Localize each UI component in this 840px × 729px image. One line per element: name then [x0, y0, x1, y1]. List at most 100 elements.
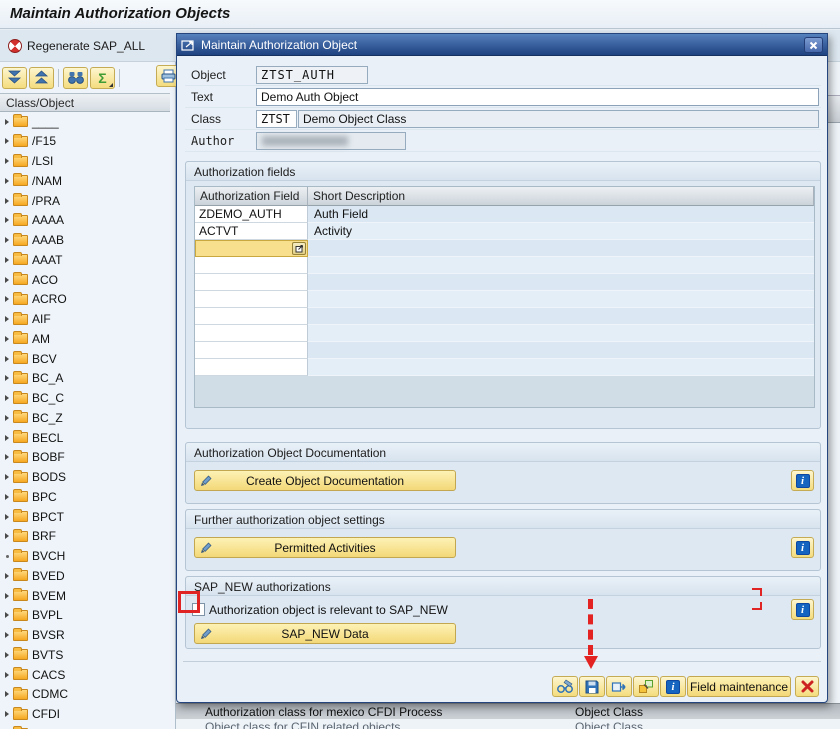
expand-arrow-icon[interactable] — [6, 555, 9, 558]
authorization-field-cell[interactable]: ZDEMO_AUTH — [195, 206, 308, 223]
tree-item[interactable]: CACS — [0, 665, 170, 684]
expand-arrow-icon[interactable] — [5, 336, 9, 342]
tree-item[interactable]: BC_C — [0, 389, 170, 408]
tree-item[interactable]: AIF — [0, 310, 170, 329]
expand-arrow-icon[interactable] — [5, 138, 9, 144]
tree-item[interactable]: AAAB — [0, 231, 170, 250]
authorization-field-cell[interactable] — [195, 342, 308, 359]
authorization-field-cell[interactable] — [195, 325, 308, 342]
transport-button[interactable] — [606, 676, 632, 697]
tree-item[interactable]: BECL — [0, 428, 170, 447]
background-row-selected[interactable]: Authorization class for mexico CFDI Proc… — [176, 703, 840, 719]
tree-item[interactable]: /F15 — [0, 132, 170, 151]
expand-arrow-icon[interactable] — [5, 198, 9, 204]
tree-item[interactable]: BC_Z — [0, 408, 170, 427]
sum-button[interactable]: Σ — [90, 67, 115, 89]
tree-item[interactable]: CFDI — [0, 705, 170, 724]
tree-item[interactable]: BRF — [0, 527, 170, 546]
expand-arrow-icon[interactable] — [5, 178, 9, 184]
dialog-titlebar[interactable]: Maintain Authorization Object — [177, 34, 827, 56]
expand-arrow-icon[interactable] — [5, 356, 9, 362]
expand-arrow-icon[interactable] — [5, 415, 9, 421]
tree-item[interactable]: AAAA — [0, 211, 170, 230]
tree-item[interactable]: BOBF — [0, 448, 170, 467]
display-change-button[interactable] — [552, 676, 578, 697]
expand-arrow-icon[interactable] — [5, 217, 9, 223]
expand-arrow-icon[interactable] — [5, 395, 9, 401]
text-input[interactable] — [256, 88, 819, 106]
tree-item[interactable]: BVCH — [0, 547, 170, 566]
expand-arrow-icon[interactable] — [5, 632, 9, 638]
expand-arrow-icon[interactable] — [5, 277, 9, 283]
tree-item[interactable]: ____ — [0, 112, 170, 131]
sap-new-group: SAP_NEW authorizations Authorization obj… — [185, 576, 821, 649]
expand-arrow-icon[interactable] — [5, 711, 9, 717]
collapse-all-button[interactable] — [29, 67, 54, 89]
tree-item[interactable]: BVEM — [0, 586, 170, 605]
expand-arrow-icon[interactable] — [5, 237, 9, 243]
regenerate-sap-all-button[interactable]: Regenerate SAP_ALL — [8, 37, 145, 55]
sap-new-info-button[interactable]: i — [791, 599, 814, 620]
tree-item[interactable]: BODS — [0, 468, 170, 487]
expand-arrow-icon[interactable] — [5, 158, 9, 164]
field-maintenance-button[interactable]: Field maintenance — [687, 676, 791, 697]
permitted-activities-button[interactable]: Permitted Activities — [194, 537, 456, 558]
expand-arrow-icon[interactable] — [5, 375, 9, 381]
tree-item[interactable]: ACRO — [0, 290, 170, 309]
tree-item[interactable]: BPC — [0, 487, 170, 506]
authorization-field-cell[interactable] — [195, 257, 308, 274]
expand-arrow-icon[interactable] — [5, 612, 9, 618]
tree-item[interactable]: AAAT — [0, 250, 170, 269]
authorization-field-cell[interactable]: ACTVT — [195, 223, 308, 240]
authorization-field-cell[interactable] — [195, 359, 308, 376]
settings-info-button[interactable]: i — [791, 537, 814, 558]
background-row-partial[interactable]: Object class for CFIN related objects Ob… — [176, 719, 840, 729]
tree-item[interactable]: BCV — [0, 349, 170, 368]
tree-item[interactable]: BC_A — [0, 369, 170, 388]
authorization-field-cell[interactable] — [195, 274, 308, 291]
expand-arrow-icon[interactable] — [5, 593, 9, 599]
copy-button[interactable] — [633, 676, 659, 697]
expand-arrow-icon[interactable] — [5, 316, 9, 322]
authorization-field-cell[interactable] — [195, 308, 308, 325]
value-help-icon[interactable] — [292, 242, 306, 255]
sap-new-data-button[interactable]: SAP_NEW Data — [194, 623, 456, 644]
column-header-authorization-field[interactable]: Authorization Field — [195, 187, 308, 206]
expand-arrow-icon[interactable] — [5, 652, 9, 658]
tree-item[interactable] — [0, 724, 170, 729]
expand-arrow-icon[interactable] — [5, 514, 9, 520]
tree-item[interactable]: BVSR — [0, 626, 170, 645]
expand-all-button[interactable] — [2, 67, 27, 89]
expand-arrow-icon[interactable] — [5, 454, 9, 460]
tree-item[interactable]: /PRA — [0, 191, 170, 210]
tree-item[interactable]: BPCT — [0, 507, 170, 526]
expand-arrow-icon[interactable] — [5, 533, 9, 539]
create-object-documentation-button[interactable]: Create Object Documentation — [194, 470, 456, 491]
expand-arrow-icon[interactable] — [5, 573, 9, 579]
footer-info-button[interactable]: i — [660, 676, 686, 697]
tree-item[interactable]: BVTS — [0, 645, 170, 664]
tree-item[interactable]: BVPL — [0, 606, 170, 625]
expand-arrow-icon[interactable] — [5, 435, 9, 441]
tree-item[interactable]: ACO — [0, 270, 170, 289]
find-button[interactable] — [63, 67, 88, 89]
expand-arrow-icon[interactable] — [5, 257, 9, 263]
expand-arrow-icon[interactable] — [5, 691, 9, 697]
tree-item[interactable]: /NAM — [0, 171, 170, 190]
authorization-field-cell[interactable] — [195, 291, 308, 308]
column-header-short-description[interactable]: Short Description — [308, 187, 814, 206]
expand-arrow-icon[interactable] — [5, 119, 9, 125]
expand-arrow-icon[interactable] — [5, 296, 9, 302]
tree-item[interactable]: /LSI — [0, 152, 170, 171]
save-button[interactable] — [579, 676, 605, 697]
cancel-button[interactable] — [795, 676, 819, 697]
documentation-info-button[interactable]: i — [791, 470, 814, 491]
tree-item[interactable]: CDMC — [0, 685, 170, 704]
tree-item[interactable]: AM — [0, 329, 170, 348]
expand-arrow-icon[interactable] — [5, 494, 9, 500]
authorization-field-cell[interactable] — [195, 240, 308, 257]
expand-arrow-icon[interactable] — [5, 474, 9, 480]
close-button[interactable] — [804, 37, 823, 53]
tree-item[interactable]: BVED — [0, 566, 170, 585]
expand-arrow-icon[interactable] — [5, 672, 9, 678]
